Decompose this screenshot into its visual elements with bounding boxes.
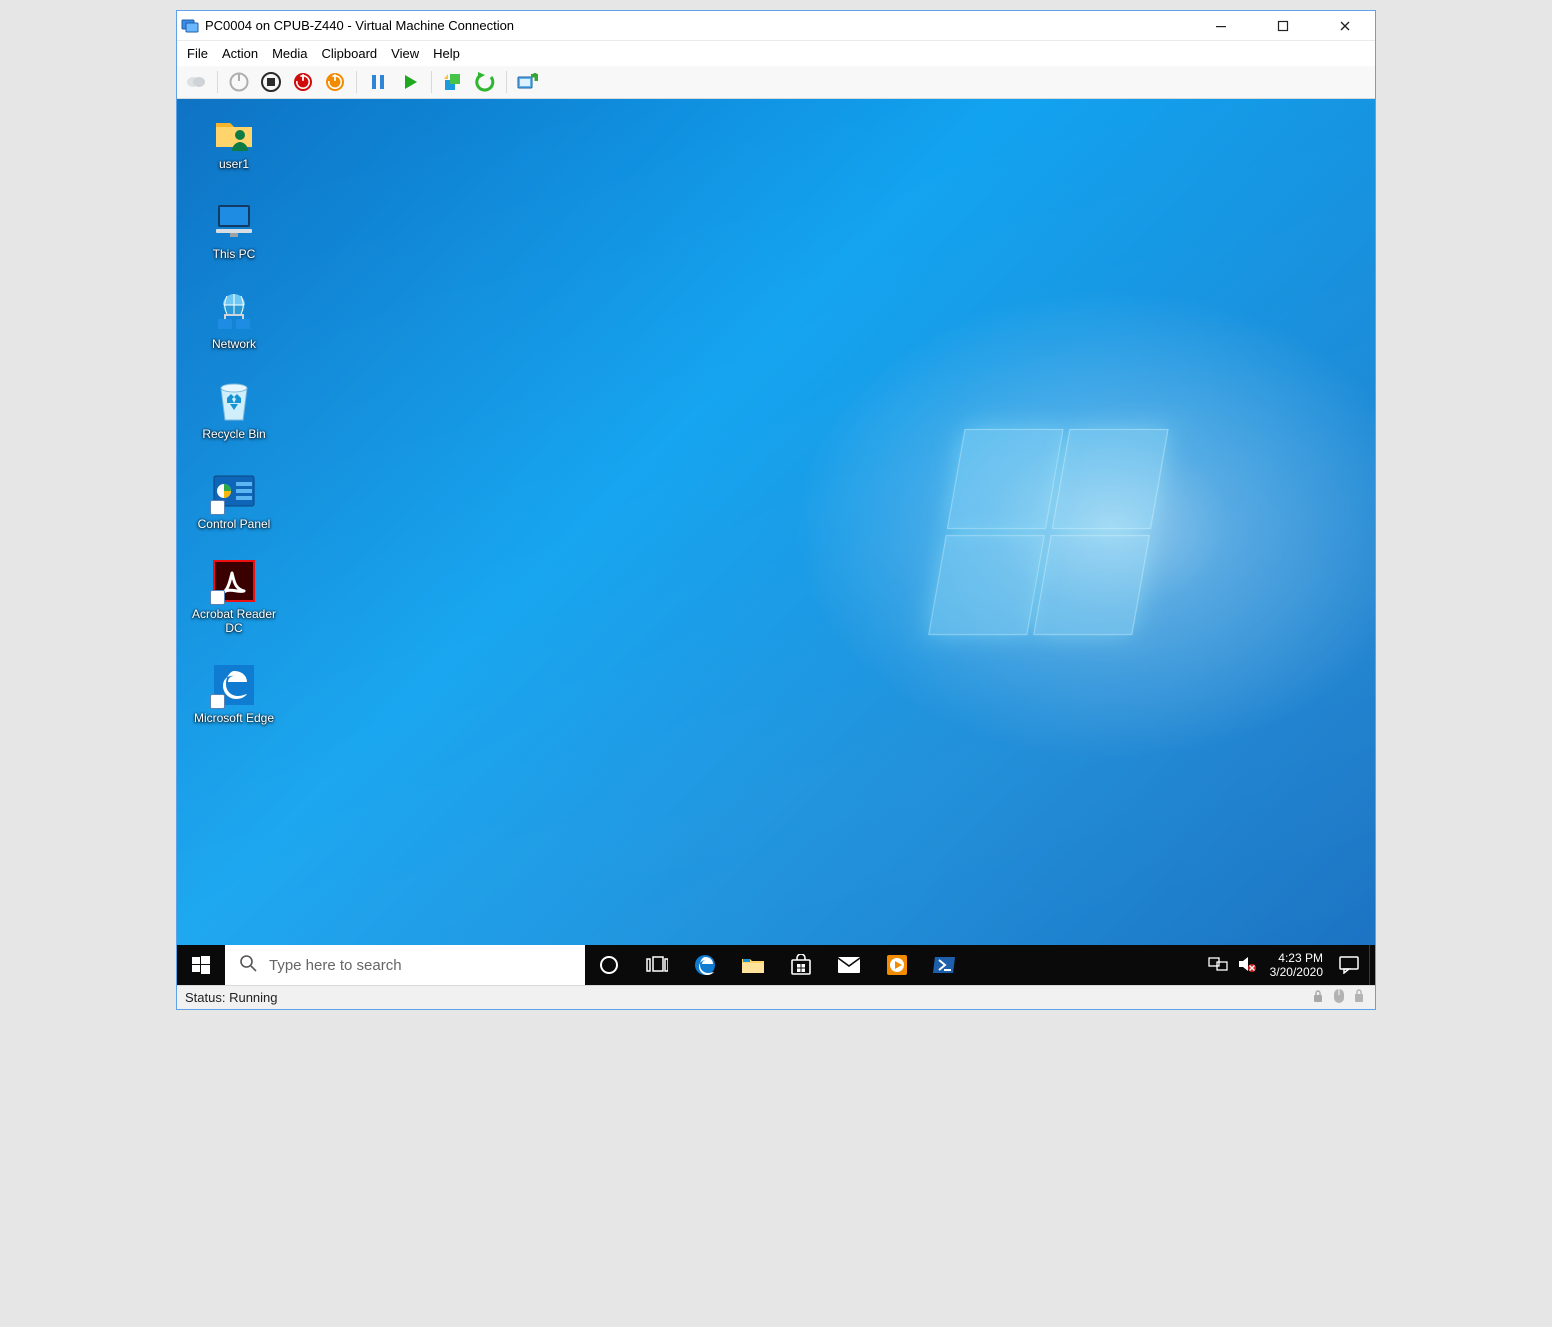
speaker-indicator-icon [1353, 988, 1367, 1007]
guest-os-viewport[interactable]: user1 This PC Network Recycle Bin Contro… [177, 99, 1375, 985]
checkpoint-button[interactable] [440, 69, 466, 95]
windows-wallpaper-logo [928, 429, 1173, 639]
search-icon [239, 954, 257, 976]
desktop-icon-label: Recycle Bin [202, 427, 265, 441]
desktop-icon-label: Acrobat Reader DC [189, 607, 279, 635]
security-lock-icon [1311, 989, 1325, 1006]
clock-date: 3/20/2020 [1270, 965, 1323, 979]
revert-button[interactable] [472, 69, 498, 95]
microsoft-edge-icon[interactable]: Microsoft Edge [189, 661, 279, 725]
guest-taskbar: Type here to search 4:23 PM 3/20/2020 [177, 945, 1375, 985]
taskbar-search[interactable]: Type here to search [225, 945, 585, 985]
desktop-icon-label: Microsoft Edge [194, 711, 274, 725]
system-tray [1200, 956, 1264, 975]
acrobat-reader-icon[interactable]: Acrobat Reader DC [189, 557, 279, 635]
enhanced-session-button[interactable] [515, 69, 541, 95]
volume-tray-icon[interactable] [1238, 956, 1256, 975]
status-text: Status: Running [185, 990, 278, 1005]
menu-view[interactable]: View [391, 46, 419, 61]
show-desktop-button[interactable] [1369, 945, 1375, 985]
recycle-bin-icon[interactable]: Recycle Bin [189, 377, 279, 441]
edge-taskbar-button[interactable] [681, 945, 729, 985]
taskbar-pinned [585, 945, 969, 985]
toolbar-separator [506, 71, 507, 93]
menu-help[interactable]: Help [433, 46, 460, 61]
clock-time: 4:23 PM [1278, 951, 1323, 965]
toolbar [177, 65, 1375, 99]
start-button[interactable] [177, 945, 225, 985]
menubar: File Action Media Clipboard View Help [177, 41, 1375, 65]
app-icon [181, 17, 199, 35]
window-title: PC0004 on CPUB-Z440 - Virtual Machine Co… [205, 18, 1203, 33]
media-player-button[interactable] [873, 945, 921, 985]
start-play-button[interactable] [397, 69, 423, 95]
control-panel-icon[interactable]: Control Panel [189, 467, 279, 531]
toolbar-separator [356, 71, 357, 93]
close-button[interactable] [1327, 15, 1363, 37]
cortana-button[interactable] [585, 945, 633, 985]
menu-file[interactable]: File [187, 46, 208, 61]
desktop-icon-label: user1 [219, 157, 249, 171]
turn-off-button[interactable] [226, 69, 252, 95]
maximize-button[interactable] [1265, 15, 1301, 37]
window-buttons [1203, 15, 1371, 37]
desktop-icons: user1 This PC Network Recycle Bin Contro… [189, 107, 279, 725]
menu-action[interactable]: Action [222, 46, 258, 61]
toolbar-separator [217, 71, 218, 93]
network-icon[interactable]: Network [189, 287, 279, 351]
user-folder-icon[interactable]: user1 [189, 107, 279, 171]
ctrl-alt-delete-button[interactable] [183, 69, 209, 95]
menu-clipboard[interactable]: Clipboard [322, 46, 378, 61]
mouse-captured-icon [1333, 988, 1345, 1007]
task-view-button[interactable] [633, 945, 681, 985]
network-tray-icon[interactable] [1208, 956, 1228, 975]
pause-button[interactable] [365, 69, 391, 95]
statusbar: Status: Running [177, 985, 1375, 1009]
stop-recording-button[interactable] [258, 69, 284, 95]
this-pc-icon[interactable]: This PC [189, 197, 279, 261]
file-explorer-button[interactable] [729, 945, 777, 985]
minimize-button[interactable] [1203, 15, 1239, 37]
menu-media[interactable]: Media [272, 46, 307, 61]
search-placeholder: Type here to search [269, 957, 402, 974]
taskbar-clock[interactable]: 4:23 PM 3/20/2020 [1264, 951, 1329, 979]
mail-button[interactable] [825, 945, 873, 985]
toolbar-separator [431, 71, 432, 93]
shut-down-button[interactable] [290, 69, 316, 95]
vm-connection-window: PC0004 on CPUB-Z440 - Virtual Machine Co… [176, 10, 1376, 1010]
titlebar: PC0004 on CPUB-Z440 - Virtual Machine Co… [177, 11, 1375, 41]
save-state-button[interactable] [322, 69, 348, 95]
action-center-button[interactable] [1329, 945, 1369, 985]
desktop-icon-label: Control Panel [198, 517, 271, 531]
powershell-button[interactable] [921, 945, 969, 985]
desktop-icon-label: Network [212, 337, 256, 351]
microsoft-store-button[interactable] [777, 945, 825, 985]
desktop-icon-label: This PC [213, 247, 256, 261]
